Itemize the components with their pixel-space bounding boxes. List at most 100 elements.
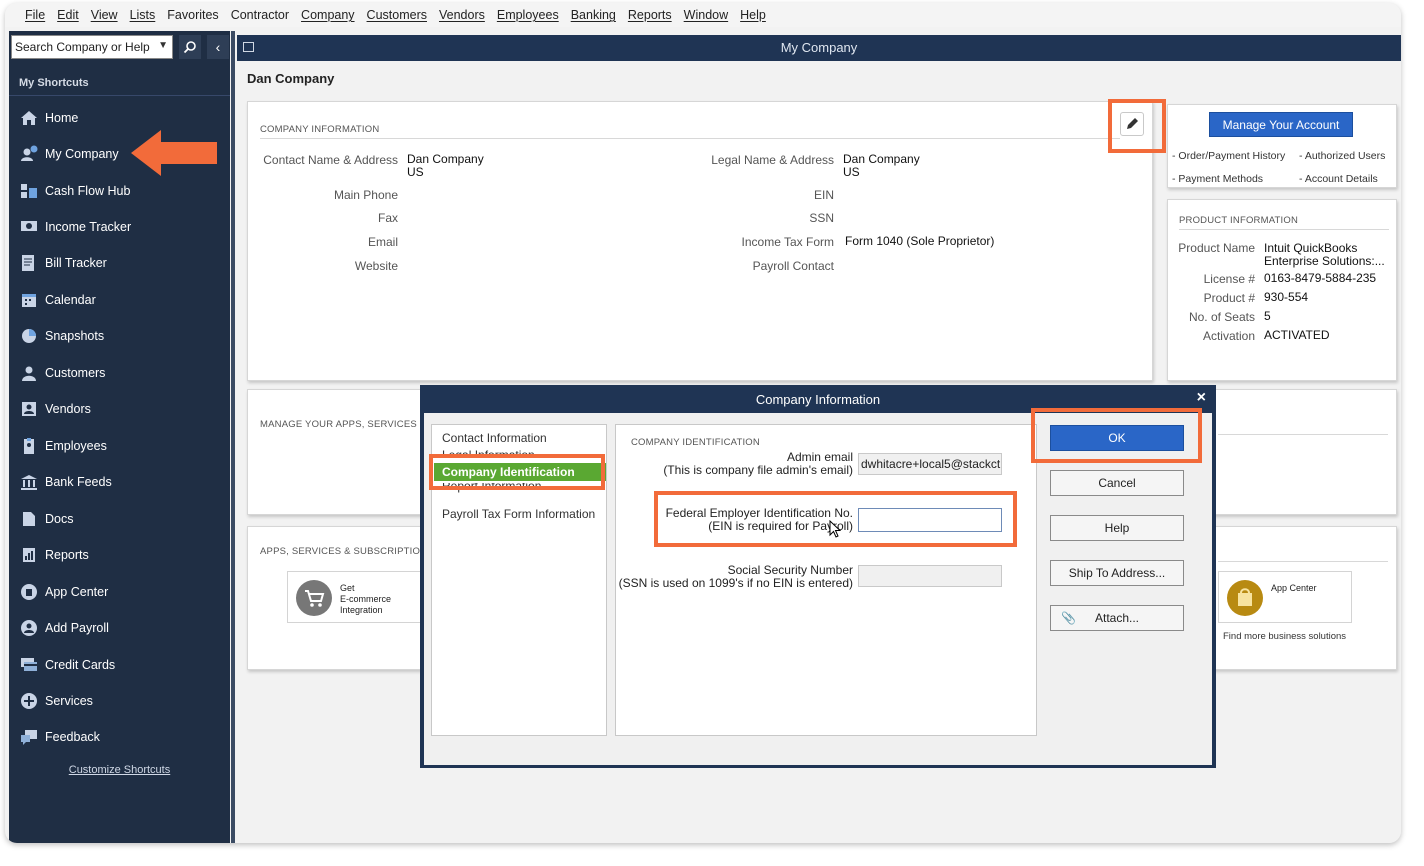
sidebar-item-home[interactable]: Home <box>19 104 224 132</box>
account-panel: Manage Your Account - Order/Payment Hist… <box>1167 104 1397 188</box>
menu-contractor[interactable]: Contractor <box>231 8 289 22</box>
window-title-bar: My Company <box>237 35 1401 61</box>
sidebar-item-label: Calendar <box>45 293 96 307</box>
account-details-link[interactable]: - Account Details <box>1299 173 1378 185</box>
attach-button[interactable]: 📎 Attach... <box>1050 605 1184 631</box>
menu-customers[interactable]: Customers <box>367 8 427 22</box>
admin-email-field: dwhitacre+local5@stackct.c <box>858 453 1002 475</box>
sidebar-item-label: Credit Cards <box>45 658 116 672</box>
sidebar-item-label: My Company <box>45 147 119 161</box>
collapse-sidebar-icon[interactable]: ‹ <box>207 35 229 59</box>
section-heading: COMPANY IDENTIFICATION <box>631 437 760 448</box>
my-company-icon <box>19 144 39 164</box>
menu-lists[interactable]: Lists <box>130 8 156 22</box>
sidebar-item-bill-tracker[interactable]: Bill Tracker <box>19 249 224 277</box>
menu-file[interactable]: File <box>25 8 45 22</box>
menu-banking[interactable]: Banking <box>571 8 616 22</box>
sidebar-item-label: Services <box>45 694 93 708</box>
payment-methods-link[interactable]: - Payment Methods <box>1172 173 1263 185</box>
company-information-panel: COMPANY INFORMATION Contact Name & Addre… <box>247 101 1153 381</box>
sidebar-item-feedback[interactable]: Feedback <box>19 723 224 751</box>
feedback-icon <box>19 727 39 747</box>
manage-account-button[interactable]: Manage Your Account <box>1209 112 1353 137</box>
cash-flow-icon <box>19 181 39 201</box>
menu-bar: File Edit View Lists Favorites Contracto… <box>5 3 1401 27</box>
find-more-link[interactable]: Find more business solutions <box>1223 631 1346 642</box>
dropdown-arrow-icon[interactable]: ▼ <box>158 40 168 51</box>
sidebar-item-snapshots[interactable]: Snapshots <box>19 322 224 350</box>
menu-window[interactable]: Window <box>684 8 728 22</box>
search-input[interactable]: Search Company or Help ▼ <box>11 35 173 59</box>
divider <box>1179 229 1389 230</box>
authorized-users-link[interactable]: - Authorized Users <box>1299 150 1385 162</box>
sidebar-item-label: Add Payroll <box>45 621 109 635</box>
divider <box>1218 434 1388 435</box>
divider <box>1218 561 1388 562</box>
sidebar-item-customers[interactable]: Customers <box>19 359 224 387</box>
nav-payroll-tax-form[interactable]: Payroll Tax Form Information <box>442 507 595 521</box>
sidebar-item-label: Employees <box>45 439 107 453</box>
person-icon <box>19 363 39 383</box>
cancel-button[interactable]: Cancel <box>1050 470 1184 496</box>
menu-company[interactable]: Company <box>301 8 355 22</box>
sidebar-item-label: Cash Flow Hub <box>45 184 131 198</box>
close-icon[interactable]: × <box>1197 389 1206 407</box>
license-value: 0163-8479-5884-235 <box>1264 271 1377 285</box>
window-control-icon[interactable] <box>243 42 254 52</box>
product-information-panel: PRODUCT INFORMATION Product Name Intuit … <box>1167 199 1397 381</box>
ssn-field[interactable] <box>858 565 1002 587</box>
menu-reports[interactable]: Reports <box>628 8 672 22</box>
sidebar-item-cash-flow-hub[interactable]: Cash Flow Hub <box>19 177 224 205</box>
sidebar-item-label: Bank Feeds <box>45 475 112 489</box>
customize-shortcuts-link[interactable]: Customize Shortcuts <box>9 764 230 776</box>
sidebar-item-label: Feedback <box>45 730 100 744</box>
ecommerce-tile[interactable]: Get E-commerce Integration <box>287 571 421 623</box>
sidebar-item-services[interactable]: Services <box>19 687 224 715</box>
ship-to-address-button[interactable]: Ship To Address... <box>1050 560 1184 586</box>
menu-edit[interactable]: Edit <box>57 8 79 22</box>
menu-vendors[interactable]: Vendors <box>439 8 485 22</box>
menu-favorites[interactable]: Favorites <box>167 8 218 22</box>
app-window: File Edit View Lists Favorites Contracto… <box>5 3 1401 843</box>
sidebar-item-docs[interactable]: Docs <box>19 505 224 533</box>
sidebar-item-vendors[interactable]: Vendors <box>19 395 224 423</box>
sidebar-item-income-tracker[interactable]: Income Tracker <box>19 213 224 241</box>
divider <box>260 138 1120 139</box>
ok-highlight <box>1031 408 1202 463</box>
sidebar-item-reports[interactable]: Reports <box>19 541 224 569</box>
ssn-label: Social Security Number (SSN is used on 10… <box>618 563 853 590</box>
payroll-contact-label: Payroll Contact <box>752 259 834 273</box>
page-title: Dan Company <box>247 71 335 86</box>
sidebar-item-credit-cards[interactable]: Credit Cards <box>19 651 224 679</box>
order-payment-history-link[interactable]: - Order/Payment History <box>1172 150 1285 162</box>
search-icon[interactable] <box>179 35 201 59</box>
sidebar-item-bank-feeds[interactable]: Bank Feeds <box>19 468 224 496</box>
sidebar-item-app-center[interactable]: App Center <box>19 578 224 606</box>
legal-value: Dan Company US <box>843 152 920 179</box>
sidebar-splitter[interactable] <box>231 31 235 843</box>
app-center-tile[interactable]: App Center <box>1218 571 1352 623</box>
cart-icon <box>296 580 332 616</box>
fein-highlight <box>654 491 1017 547</box>
sidebar-item-label: App Center <box>45 585 109 599</box>
product-name-label: Product Name <box>1178 241 1255 255</box>
menu-employees[interactable]: Employees <box>497 8 559 22</box>
credit-card-icon <box>19 655 39 675</box>
vendor-icon <box>19 399 39 419</box>
nav-contact-information[interactable]: Contact Information <box>442 431 547 445</box>
product-number-label: Product # <box>1203 291 1255 305</box>
section-heading: PRODUCT INFORMATION <box>1179 215 1299 226</box>
tile-text: Get E-commerce Integration <box>340 583 392 615</box>
orange-arrow-annotation-icon <box>131 130 217 176</box>
sidebar-item-employees[interactable]: Employees <box>19 432 224 460</box>
menu-help[interactable]: Help <box>740 8 766 22</box>
fax-label: Fax <box>377 211 398 225</box>
section-heading: COMPANY INFORMATION <box>260 124 380 135</box>
email-label: Email <box>367 235 398 249</box>
company-identification-form: COMPANY IDENTIFICATION Admin email (This … <box>615 424 1037 736</box>
calendar-icon <box>19 290 39 310</box>
sidebar-item-calendar[interactable]: Calendar <box>19 286 224 314</box>
sidebar-item-add-payroll[interactable]: Add Payroll <box>19 614 224 642</box>
menu-view[interactable]: View <box>91 8 118 22</box>
help-button[interactable]: Help <box>1050 515 1184 541</box>
